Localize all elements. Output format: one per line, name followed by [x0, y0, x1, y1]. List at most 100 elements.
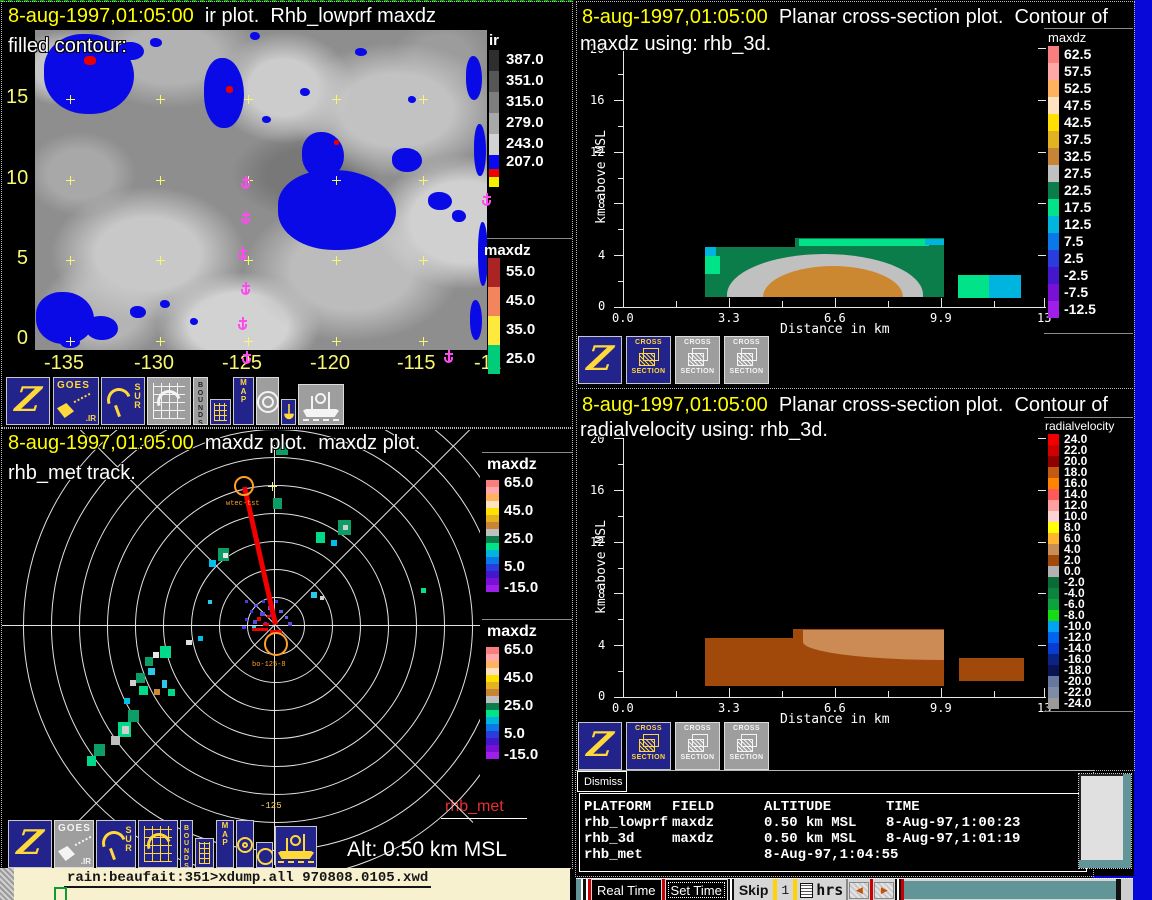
sur-radar-button[interactable]: SUR: [101, 377, 145, 425]
satellite-image[interactable]: [35, 30, 487, 350]
axis-tick: [1038, 593, 1046, 594]
time-controller: Real Time Set Time Skip 1 hrs ◀ ▶: [576, 878, 1133, 900]
cross-section-plot-2[interactable]: [623, 438, 1046, 697]
axis-tick: [623, 688, 624, 697]
ppi-goes-ir-button[interactable]: GOES.IR: [54, 820, 94, 868]
xs1-ytick: 8: [598, 197, 605, 211]
cube-icon: [638, 348, 660, 366]
radar-ppi-display[interactable]: wtec-tst bo-125-8 -125: [2, 430, 480, 868]
xs1-ytick: 16: [590, 93, 604, 107]
axis-tick: [623, 307, 1046, 308]
ppi-title-line2: rhb_met track.: [8, 462, 136, 485]
circle-icon: [257, 848, 273, 865]
units-label: hrs: [816, 881, 846, 899]
ppi-map-button[interactable]: MAP: [216, 820, 234, 868]
ship-button[interactable]: [298, 384, 344, 425]
ppi-colorbar-label-2: maxdz: [487, 623, 537, 641]
track-end-marker: [264, 632, 288, 656]
terminal-scrollbar[interactable]: [0, 868, 14, 900]
xs2-zebra-button[interactable]: Z: [578, 722, 622, 770]
radar-crosshair-h: [2, 625, 480, 626]
z-logo-icon: Z: [8, 821, 52, 865]
axis-tick: [614, 542, 624, 543]
satellite-dish-icon: [58, 846, 75, 861]
altitude-readout: Alt: 0.50 km MSL: [347, 838, 507, 862]
axis-tick: [729, 298, 730, 307]
axis-tick: [1044, 688, 1045, 697]
xs1-ytick: 4: [598, 248, 605, 262]
skip-value-field[interactable]: 1: [777, 883, 793, 898]
axis-tick: [614, 697, 624, 698]
axis-tick: [676, 691, 677, 697]
ir-panel-title-line2: filled contour:: [8, 35, 127, 58]
axis-tick: [614, 100, 624, 101]
terminal-cursor: [54, 887, 67, 900]
cube-icon: [687, 348, 709, 366]
ppi-sur-radar-button[interactable]: SUR: [96, 820, 136, 868]
axis-tick: [618, 126, 624, 127]
status-cell: 8-Aug-97,1:04:55: [764, 847, 898, 863]
step-forward-button[interactable]: ▶: [874, 882, 894, 899]
ship-icon: [303, 389, 339, 421]
xs2-cross-section-button-active[interactable]: CROSSSECTION: [626, 722, 671, 770]
xs1-ytick: 0: [598, 299, 605, 313]
xs2-ytick: 12: [590, 535, 604, 549]
radar-grid-button[interactable]: [147, 377, 191, 425]
status-cell: 8-Aug-97,1:01:19: [886, 831, 1020, 847]
axis-tick: [1038, 255, 1046, 256]
mini-window-surface: [1079, 774, 1123, 860]
z-logo-icon: Z: [578, 723, 622, 767]
desktop-right: [1134, 0, 1152, 900]
xs1-cross-section-button-2[interactable]: CROSSSECTION: [675, 336, 720, 384]
axis-tick: [1038, 152, 1046, 153]
ir-xtick: -135: [44, 352, 84, 375]
xs1-zebra-button[interactable]: Z: [578, 336, 622, 384]
ppi-ship-button[interactable]: [275, 826, 317, 868]
xs1-cross-section-button-3[interactable]: CROSSSECTION: [724, 336, 769, 384]
track-marker-label: bo-125-8: [252, 661, 286, 669]
axis-tick: [1038, 48, 1046, 49]
xs2-xtick: 3.3: [718, 701, 740, 715]
step-back-button[interactable]: ◀: [849, 882, 869, 899]
xs2-xtick: 6.6: [824, 701, 846, 715]
ppi-circle-button[interactable]: [256, 842, 273, 868]
status-cell: rhb_lowprf: [584, 815, 668, 831]
axis-tick: [782, 691, 783, 697]
ppi-radar-grid-button[interactable]: [138, 820, 178, 868]
dismiss-button[interactable]: Dismiss: [577, 771, 627, 792]
axis-tick: [618, 464, 624, 465]
xs1-colorbar-label: maxdz: [1048, 30, 1086, 45]
axis-tick: [676, 301, 677, 307]
small-grid-button[interactable]: [210, 399, 231, 425]
status-header: TIME: [886, 799, 920, 815]
document-icon: [800, 883, 813, 898]
bounds-button[interactable]: BOUNDS: [193, 377, 208, 425]
ppi-bounds-button[interactable]: BOUNDS: [180, 820, 193, 868]
track-marker-label: wtec-tst: [226, 500, 260, 508]
ppi-colorbar-label-1: maxdz: [487, 456, 537, 474]
cross-section-plot-1[interactable]: [623, 48, 1046, 307]
map-button[interactable]: MAP: [233, 377, 254, 425]
goes-ir-button[interactable]: GOES.IR: [53, 377, 99, 425]
axis-tick: [618, 619, 624, 620]
ppi-zebra-button[interactable]: Z: [8, 820, 52, 868]
axis-tick: [888, 301, 889, 307]
zebra-logo-button[interactable]: Z: [6, 377, 50, 425]
legend-separator: [487, 238, 572, 239]
terminal-window[interactable]: rain:beaufait:351>xdump.all 970808.0105.…: [14, 868, 570, 900]
xs2-cross-section-button-3[interactable]: CROSSSECTION: [724, 722, 769, 770]
xs2-cross-section-button-2[interactable]: CROSSSECTION: [675, 722, 720, 770]
legend-separator: [1044, 333, 1133, 334]
ppi-range-rings-button[interactable]: [236, 820, 254, 868]
set-time-button[interactable]: Set Time: [666, 880, 727, 900]
range-rings-button[interactable]: [256, 377, 279, 425]
xs1-cross-section-button-active[interactable]: CROSSSECTION: [626, 336, 671, 384]
real-time-button[interactable]: Real Time: [592, 880, 661, 900]
buoy-button[interactable]: [281, 399, 296, 425]
status-table: PLATFORM FIELD ALTITUDE TIME rhb_lowprf …: [579, 793, 1087, 872]
cube-icon: [638, 734, 660, 752]
ppi-small-grid-button[interactable]: [195, 838, 214, 868]
z-logo-icon: Z: [6, 378, 50, 422]
xs1-xtick: 9.9: [930, 311, 952, 325]
xs2-title: 8-aug-1997,01:05:00 Planar cross-section…: [582, 394, 1108, 417]
